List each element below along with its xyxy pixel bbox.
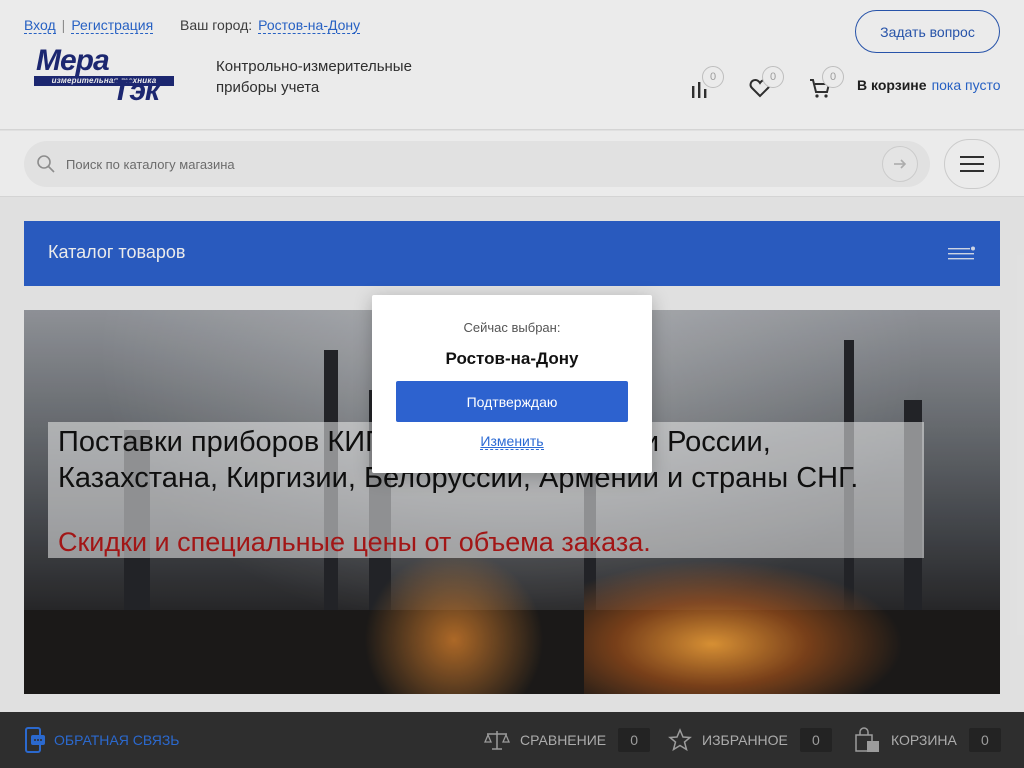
confirm-city-button[interactable]: Подтверждаю — [396, 381, 628, 422]
city-confirm-dialog: Сейчас выбран: Ростов-на-Дону Подтвержда… — [372, 295, 652, 473]
change-city-link[interactable]: Изменить — [480, 433, 544, 450]
selected-city: Ростов-на-Дону — [445, 349, 579, 368]
now-selected-label: Сейчас выбран: — [463, 320, 561, 335]
